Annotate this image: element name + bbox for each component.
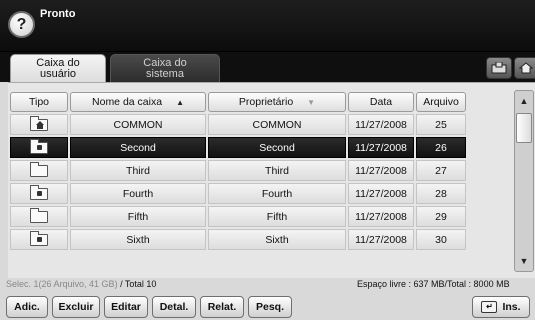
folder-icon — [30, 207, 48, 223]
selection-detail: Selec. 1(26 Arquivo, 41 GB) — [6, 279, 118, 289]
report-button[interactable]: Relat. — [200, 296, 244, 318]
home-button[interactable] — [514, 57, 535, 79]
scroll-thumb[interactable] — [516, 113, 532, 143]
table-header-row: Tipo Nome da caixa ▲ Proprietário ▼ Data A… — [10, 92, 466, 112]
row-date: 11/27/2008 — [348, 137, 414, 158]
table-row[interactable]: COMMON COMMON 11/27/2008 25 — [10, 114, 466, 135]
tab-system-box-line2: sistema — [146, 68, 184, 80]
locked-folder-icon — [30, 138, 48, 154]
free-space-info: Espaço livre : 637 MB/Total : 8000 MB — [357, 279, 510, 289]
delete-button[interactable]: Excluir — [52, 296, 100, 318]
row-date: 11/27/2008 — [348, 114, 414, 135]
header-proprietario[interactable]: Proprietário ▼ — [208, 92, 346, 112]
tab-user-box[interactable]: Caixa do usuário — [10, 54, 106, 83]
edit-button[interactable]: Editar — [104, 296, 148, 318]
table-row[interactable]: Sixth Sixth 11/27/2008 30 — [10, 229, 466, 250]
header-arquivo-label: Arquivo — [423, 96, 459, 108]
insert-button-label: Ins. — [502, 301, 521, 313]
row-name: Sixth — [70, 229, 206, 250]
selection-info: Selec. 1(26 Arquivo, 41 GB) / Total 10 — [6, 279, 156, 289]
header-arquivo[interactable]: Arquivo — [416, 92, 466, 112]
machine-status: Pronto — [40, 8, 76, 20]
row-type-cell — [10, 206, 68, 227]
row-owner: Fourth — [208, 183, 346, 204]
row-file-count: 30 — [416, 229, 466, 250]
detail-button-label: Detal. — [159, 301, 189, 313]
detail-button[interactable]: Detal. — [152, 296, 196, 318]
row-owner: Sixth — [208, 229, 346, 250]
scrollbar[interactable]: ▲ ▼ — [514, 90, 534, 272]
row-owner: Fifth — [208, 206, 346, 227]
row-name: Fifth — [70, 206, 206, 227]
search-button-label: Pesq. — [255, 301, 284, 313]
row-name: Fourth — [70, 183, 206, 204]
row-date: 11/27/2008 — [348, 229, 414, 250]
folder-icon — [30, 161, 48, 177]
row-type-cell — [10, 160, 68, 181]
help-icon: ? — [16, 15, 27, 33]
delete-button-label: Excluir — [58, 301, 94, 313]
row-date: 11/27/2008 — [348, 160, 414, 181]
selection-total: / Total 10 — [117, 279, 157, 289]
box-table: Tipo Nome da caixa ▲ Proprietário ▼ Data A… — [8, 90, 468, 252]
shared-folder-icon — [30, 115, 48, 131]
row-owner: COMMON — [208, 114, 346, 135]
add-button[interactable]: Adic. — [6, 296, 48, 318]
home-icon — [519, 62, 533, 74]
row-date: 11/27/2008 — [348, 183, 414, 204]
edit-button-label: Editar — [111, 301, 141, 313]
insert-button[interactable]: ↵ Ins. — [472, 296, 530, 318]
add-button-label: Adic. — [14, 301, 40, 313]
row-file-count: 27 — [416, 160, 466, 181]
status-bar: Selec. 1(26 Arquivo, 41 GB) / Total 10 E… — [0, 278, 535, 292]
sort-ascending-icon: ▲ — [176, 98, 184, 107]
row-name: Third — [70, 160, 206, 181]
row-file-count: 25 — [416, 114, 466, 135]
row-type-cell — [10, 229, 68, 250]
row-owner: Third — [208, 160, 346, 181]
header-nome[interactable]: Nome da caixa ▲ — [70, 92, 206, 112]
scroll-up-icon[interactable]: ▲ — [516, 92, 532, 110]
row-file-count: 28 — [416, 183, 466, 204]
sort-descending-icon: ▼ — [307, 98, 316, 107]
tab-system-box[interactable]: Caixa do sistema — [110, 54, 220, 83]
header-tipo-label: Tipo — [28, 96, 50, 108]
header-nome-label: Nome da caixa — [92, 96, 163, 108]
header-data-label: Data — [369, 96, 393, 108]
table-row[interactable]: Third Third 11/27/2008 27 — [10, 160, 466, 181]
search-button[interactable]: Pesq. — [248, 296, 292, 318]
row-name: COMMON — [70, 114, 206, 135]
row-type-cell — [10, 114, 68, 135]
locked-folder-icon — [30, 230, 48, 246]
row-type-cell — [10, 137, 68, 158]
table-row[interactable]: Second Second 11/27/2008 26 — [10, 137, 466, 158]
table-row[interactable]: Fifth Fifth 11/27/2008 29 — [10, 206, 466, 227]
row-file-count: 29 — [416, 206, 466, 227]
header-tipo[interactable]: Tipo — [10, 92, 68, 112]
locked-folder-icon — [30, 184, 48, 200]
insert-icon: ↵ — [481, 301, 498, 313]
header-data[interactable]: Data — [348, 92, 414, 112]
tab-user-box-line2: usuário — [39, 68, 77, 80]
row-type-cell — [10, 183, 68, 204]
box-icon — [491, 62, 507, 74]
box-button[interactable] — [486, 57, 512, 79]
row-file-count: 26 — [416, 137, 466, 158]
table-row[interactable]: Fourth Fourth 11/27/2008 28 — [10, 183, 466, 204]
row-date: 11/27/2008 — [348, 206, 414, 227]
header-proprietario-label: Proprietário — [238, 96, 294, 108]
row-owner: Second — [208, 137, 346, 158]
scroll-down-icon[interactable]: ▼ — [516, 252, 532, 270]
report-button-label: Relat. — [207, 301, 237, 313]
tab-bar: Caixa do usuário Caixa do sistema — [0, 52, 535, 83]
header-bar: ? Pronto — [0, 0, 535, 52]
help-button[interactable]: ? — [8, 11, 35, 38]
row-name: Second — [70, 137, 206, 158]
